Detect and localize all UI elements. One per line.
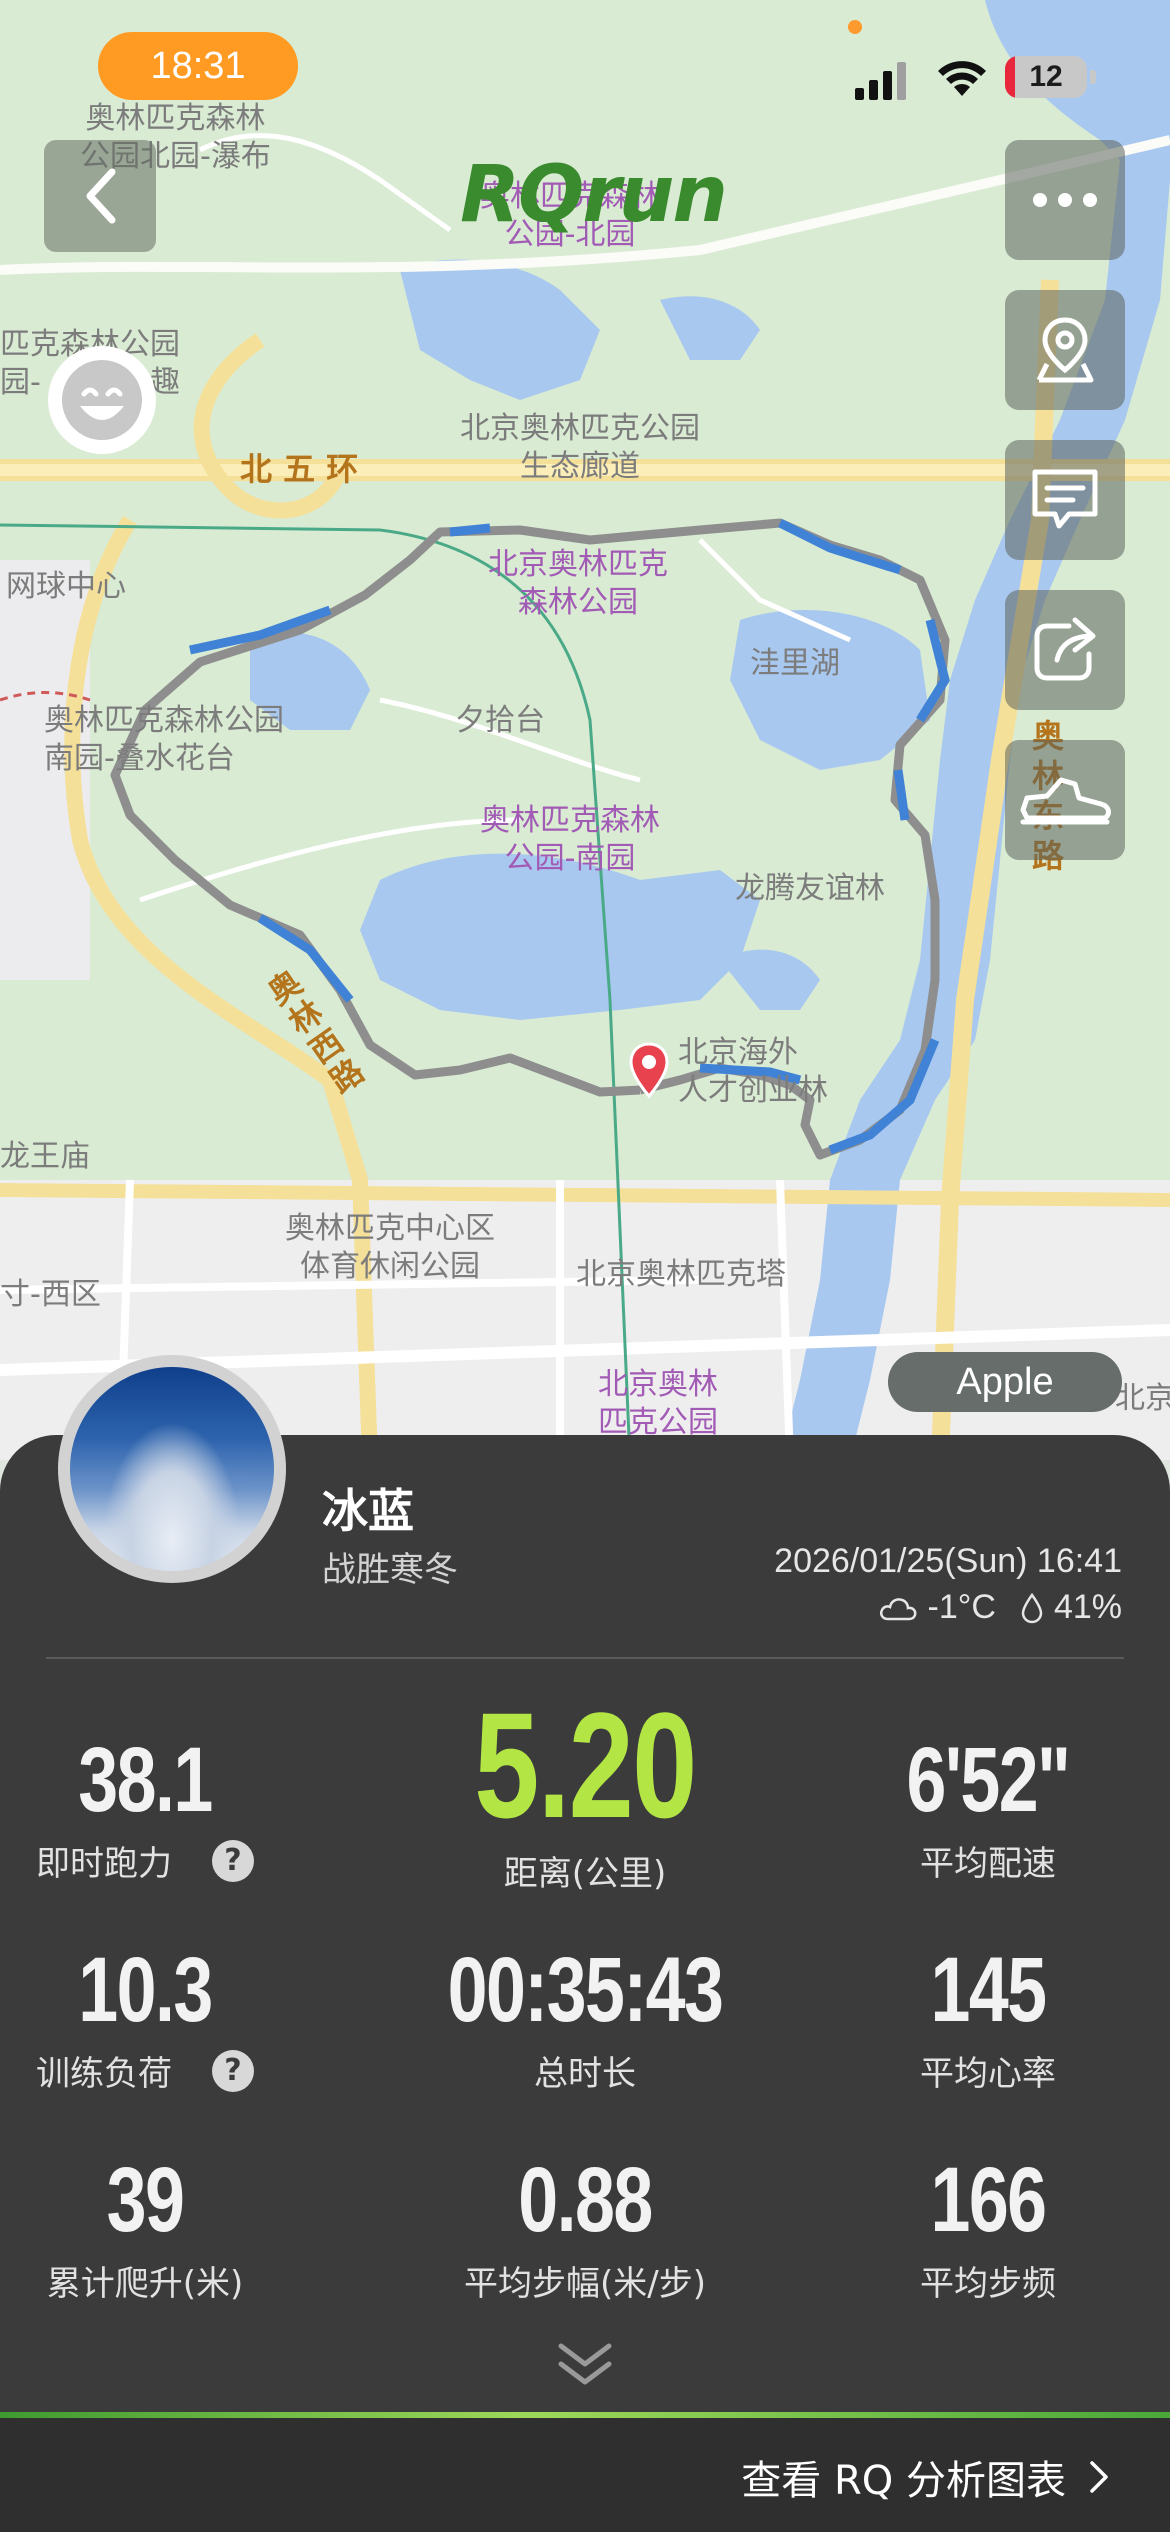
map-label: 龙腾友谊林 (735, 871, 885, 906)
stat-total-time: 00:35:43 总时长 (405, 1940, 765, 2095)
privacy-indicator-dot (848, 20, 862, 34)
emoji-marker[interactable] (48, 346, 156, 454)
map-label: 奥林匹克森林 公园-南园 (480, 803, 660, 876)
smiley-icon (62, 360, 142, 440)
battery-indicator: 12 (1005, 56, 1087, 98)
message-icon (1032, 469, 1098, 529)
battery-level: 12 (1029, 60, 1063, 93)
map-location-icon (1036, 317, 1094, 383)
running-shoe-icon (1020, 777, 1111, 825)
stat-label: 平均心率 (920, 2054, 1056, 2094)
stat-label: 距离(公里) (503, 1854, 667, 1894)
map-label: 北京奥林匹克塔 (576, 1257, 786, 1292)
user-avatar[interactable] (58, 1355, 286, 1583)
stat-label: 累计爬升(米) (46, 2264, 244, 2304)
stat-label: 平均步幅(米/步) (464, 2264, 706, 2304)
stat-value: 10.3 (78, 1939, 213, 2041)
map-attribution[interactable]: Apple (888, 1352, 1122, 1412)
analysis-chart-link[interactable]: 查看 RQ 分析图表 (741, 2448, 1110, 2506)
user-subtitle: 战胜寒冬 (322, 1550, 458, 1590)
user-name: 冰蓝 (322, 1484, 414, 1538)
map-label: 北京 (1115, 1381, 1170, 1416)
comment-button[interactable] (1005, 440, 1125, 560)
share-icon (1034, 617, 1096, 681)
stat-value: 38.1 (78, 1729, 213, 1831)
shoe-button[interactable] (1005, 740, 1125, 860)
share-button[interactable] (1005, 590, 1125, 710)
map-label: 北 五 环 (240, 450, 359, 488)
stat-value: 5.20 (474, 1681, 697, 1849)
location-button[interactable] (1005, 290, 1125, 410)
map-label: 寸-西区 (0, 1277, 101, 1312)
help-icon[interactable]: ? (212, 2049, 254, 2092)
app-logo: RQrun (460, 150, 728, 240)
stat-instant-power: 38.1 即时跑力? (0, 1730, 325, 1885)
humidity: 41% (1053, 1588, 1122, 1626)
back-button[interactable] (44, 140, 156, 252)
map-label: 网球中心 (6, 569, 126, 604)
stat-avg-cadence: 166 平均步频 (808, 2150, 1168, 2305)
panel-divider (46, 1657, 1124, 1659)
map-label: 北京海外 人才创业林 (678, 1035, 828, 1108)
weather-info: -1°C 41% (878, 1588, 1122, 1627)
stat-label: 即时跑力 (36, 1844, 172, 1884)
stat-value: 166 (930, 2149, 1047, 2251)
help-icon[interactable]: ? (212, 1839, 254, 1882)
expand-chevron-icon[interactable] (555, 2340, 615, 2390)
stat-avg-heart-rate: 145 平均心率 (808, 1940, 1168, 2095)
stat-value: 6'52" (906, 1729, 1071, 1831)
stat-elevation-gain: 39 累计爬升(米) (0, 2150, 325, 2305)
map-label: 北京奥林匹克 森林公园 (488, 547, 668, 620)
chevron-left-icon (86, 168, 116, 224)
map-label: 奥林匹克中心区 体育休闲公园 (285, 1211, 495, 1284)
temperature: -1°C (927, 1588, 996, 1626)
analysis-link-label: 查看 RQ 分析图表 (741, 2458, 1066, 2504)
humidity-drop-icon (1021, 1592, 1043, 1623)
stat-avg-stride: 0.88 平均步幅(米/步) (405, 2150, 765, 2305)
more-button[interactable] (1005, 140, 1125, 260)
chevron-right-icon (1090, 2461, 1108, 2493)
avatar-photo (70, 1367, 274, 1571)
wifi-icon (938, 61, 986, 96)
stat-training-load: 10.3 训练负荷? (0, 1940, 325, 2095)
map-label: 奥林匹克森林公园 南园-叠水花台 (44, 703, 284, 776)
stat-value: 39 (106, 2149, 185, 2251)
stat-value: 145 (930, 1939, 1047, 2041)
stat-label: 训练负荷 (36, 2054, 172, 2094)
stat-value: 0.88 (518, 2149, 653, 2251)
map-label: 洼里湖 (750, 646, 840, 681)
map-label: 北京奥林匹克公园 生态廊道 (460, 411, 700, 484)
stat-distance: 5.20 距离(公里) (405, 1690, 765, 1895)
stat-label: 总时长 (534, 2054, 636, 2094)
battery-tip (1090, 70, 1096, 84)
more-dots-icon (1033, 193, 1097, 207)
stat-label: 平均步频 (920, 2264, 1056, 2304)
location-pin-icon (629, 1042, 669, 1098)
cellular-signal-icon (855, 62, 906, 100)
map-label: 北京奥林 匹克公园 (598, 1367, 718, 1440)
run-datetime: 2026/01/25(Sun) 16:41 (774, 1542, 1122, 1580)
stat-avg-pace: 6'52" 平均配速 (808, 1730, 1168, 1885)
map-label: 龙王庙 (0, 1139, 90, 1174)
map-label: 夕拾台 (455, 703, 545, 738)
stat-value: 00:35:43 (447, 1939, 724, 2041)
status-time: 18:31 (98, 32, 298, 100)
stat-label: 平均配速 (920, 1844, 1056, 1884)
cloud-icon (879, 1597, 916, 1620)
